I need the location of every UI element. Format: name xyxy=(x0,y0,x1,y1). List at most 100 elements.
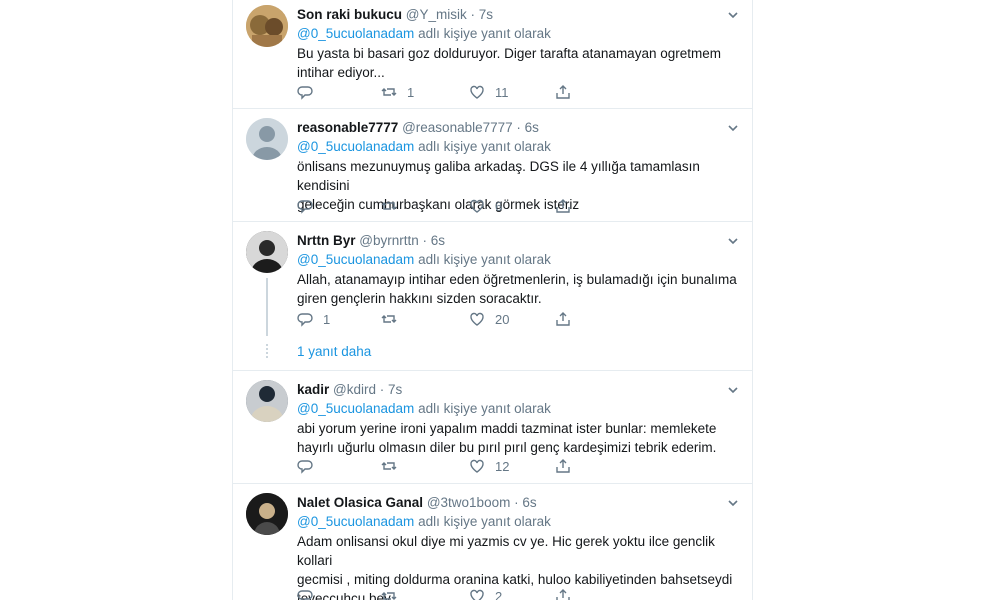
tweet-actions: 2 xyxy=(297,586,597,600)
tweet-actions: 1 20 xyxy=(297,309,597,329)
reply-icon xyxy=(297,590,313,600)
display-name[interactable]: reasonable7777 xyxy=(297,120,398,135)
tweet[interactable]: reasonable7777 @reasonable7777 · 6s @0_5… xyxy=(233,109,752,221)
reply-icon xyxy=(297,313,313,327)
replying-suffix: adlı kişiye yanıt olarak xyxy=(418,401,551,416)
chevron-down-icon[interactable] xyxy=(726,8,740,22)
chevron-down-icon[interactable] xyxy=(726,383,740,397)
reply-button[interactable] xyxy=(297,82,323,102)
like-button[interactable]: 12 xyxy=(469,456,509,476)
avatar[interactable] xyxy=(246,5,288,47)
heart-icon xyxy=(470,199,484,213)
tweet-text: Allah, atanamayıp intihar eden öğretmenl… xyxy=(297,270,740,308)
thread-line xyxy=(266,278,268,336)
tweet-text-line: önlisans mezunuymuş galiba arkadaş. DGS … xyxy=(297,159,700,193)
tweet-text-line: hayırlı uğurlu olmasın diler bu pırıl pı… xyxy=(297,440,717,455)
reply-button[interactable] xyxy=(297,456,323,476)
timestamp[interactable]: 7s xyxy=(388,382,402,397)
retweet-button[interactable] xyxy=(381,196,407,216)
retweet-icon xyxy=(381,315,397,323)
avatar[interactable] xyxy=(246,118,288,160)
replying-suffix: adlı kişiye yanıt olarak xyxy=(418,26,551,41)
tweet[interactable]: Son raki bukucu @Y_misik · 7s @0_5ucuola… xyxy=(233,0,752,108)
user-handle[interactable]: @Y_misik xyxy=(406,7,467,22)
display-name[interactable]: Nrttn Byr xyxy=(297,233,356,248)
share-icon xyxy=(556,85,570,99)
replying-suffix: adlı kişiye yanıt olarak xyxy=(418,139,551,154)
chevron-down-icon[interactable] xyxy=(726,496,740,510)
heart-icon xyxy=(470,312,484,326)
reply-button[interactable] xyxy=(297,196,323,216)
tweet[interactable]: kadir @kdird · 7s @0_5ucuolanadam adlı k… xyxy=(233,371,752,483)
mention-link[interactable]: @0_5ucuolanadam xyxy=(297,252,414,267)
user-handle[interactable]: @kdird xyxy=(333,382,376,397)
retweet-icon xyxy=(381,202,397,210)
user-handle[interactable]: @reasonable7777 xyxy=(402,120,513,135)
tweet-text-line: Bu yasta bi basari goz dolduruyor. Diger… xyxy=(297,46,721,61)
like-button[interactable]: 11 xyxy=(469,82,509,102)
share-icon xyxy=(556,589,570,600)
reply-icon xyxy=(297,460,313,474)
mention-link[interactable]: @0_5ucuolanadam xyxy=(297,514,414,529)
like-button[interactable]: 6 xyxy=(469,196,502,216)
like-button[interactable]: 2 xyxy=(469,586,502,600)
show-more-replies-link[interactable]: 1 yanıt daha xyxy=(297,344,371,359)
tweet-text-line: Adam onlisansi okul diye mi yazmis cv ye… xyxy=(297,534,715,568)
display-name[interactable]: kadir xyxy=(297,382,329,397)
share-icon xyxy=(556,312,570,326)
tweet[interactable]: Nrttn Byr @byrnrttn · 6s @0_5ucuolanadam… xyxy=(233,222,752,370)
display-name[interactable]: Son raki bukucu xyxy=(297,7,402,22)
chevron-down-icon[interactable] xyxy=(726,121,740,135)
retweet-icon xyxy=(381,88,397,96)
separator-dot: · xyxy=(514,495,519,510)
share-icon xyxy=(556,199,570,213)
display-name[interactable]: Nalet Olasica Ganal xyxy=(297,495,423,510)
mention-link[interactable]: @0_5ucuolanadam xyxy=(297,401,414,416)
share-button[interactable] xyxy=(555,456,571,476)
reply-button[interactable]: 1 xyxy=(297,309,330,329)
timestamp[interactable]: 6s xyxy=(525,120,539,135)
avatar-image xyxy=(246,380,288,422)
avatar-image xyxy=(246,231,288,273)
like-count: 2 xyxy=(495,588,503,600)
timestamp[interactable]: 6s xyxy=(522,495,536,510)
timestamp[interactable]: 6s xyxy=(431,233,445,248)
tweet-header: Nrttn Byr @byrnrttn · 6s xyxy=(297,232,740,250)
like-count: 12 xyxy=(495,458,510,474)
tweet[interactable]: Nalet Olasica Ganal @3two1boom · 6s @0_5… xyxy=(233,484,752,600)
tweet-text: abi yorum yerine ironi yapalım maddi taz… xyxy=(297,419,740,457)
like-count: 11 xyxy=(495,84,509,100)
retweet-icon xyxy=(381,462,397,470)
avatar[interactable] xyxy=(246,380,288,422)
retweet-button[interactable] xyxy=(381,456,407,476)
reply-count: 1 xyxy=(323,311,331,327)
heart-icon xyxy=(470,459,484,473)
replying-suffix: adlı kişiye yanıt olarak xyxy=(418,252,551,267)
replying-to: @0_5ucuolanadam adlı kişiye yanıt olarak xyxy=(297,250,740,269)
like-button[interactable]: 20 xyxy=(469,309,509,329)
replying-to: @0_5ucuolanadam adlı kişiye yanıt olarak xyxy=(297,512,740,531)
retweet-button[interactable] xyxy=(381,586,407,600)
separator-dot: · xyxy=(470,7,476,22)
tweet-text-line: giren gençlerin hakkını sizden soracaktı… xyxy=(297,291,542,306)
share-button[interactable] xyxy=(555,309,571,329)
retweet-button[interactable] xyxy=(381,309,407,329)
share-button[interactable] xyxy=(555,196,571,216)
share-button[interactable] xyxy=(555,586,571,600)
tweet-header: Son raki bukucu @Y_misik · 7s xyxy=(297,6,740,24)
retweet-button[interactable]: 1 xyxy=(381,82,414,102)
avatar[interactable] xyxy=(246,493,288,535)
user-handle[interactable]: @3two1boom xyxy=(427,495,511,510)
mention-link[interactable]: @0_5ucuolanadam xyxy=(297,139,414,154)
heart-icon xyxy=(470,85,484,99)
user-handle[interactable]: @byrnrttn xyxy=(359,233,418,248)
reply-button[interactable] xyxy=(297,586,323,600)
tweet-actions: 1 11 xyxy=(297,82,597,102)
like-count: 6 xyxy=(495,198,503,214)
share-button[interactable] xyxy=(555,82,571,102)
avatar[interactable] xyxy=(246,231,288,273)
timestamp[interactable]: 7s xyxy=(479,7,493,22)
tweet-actions: 6 xyxy=(297,196,597,216)
chevron-down-icon[interactable] xyxy=(726,234,740,248)
mention-link[interactable]: @0_5ucuolanadam xyxy=(297,26,414,41)
